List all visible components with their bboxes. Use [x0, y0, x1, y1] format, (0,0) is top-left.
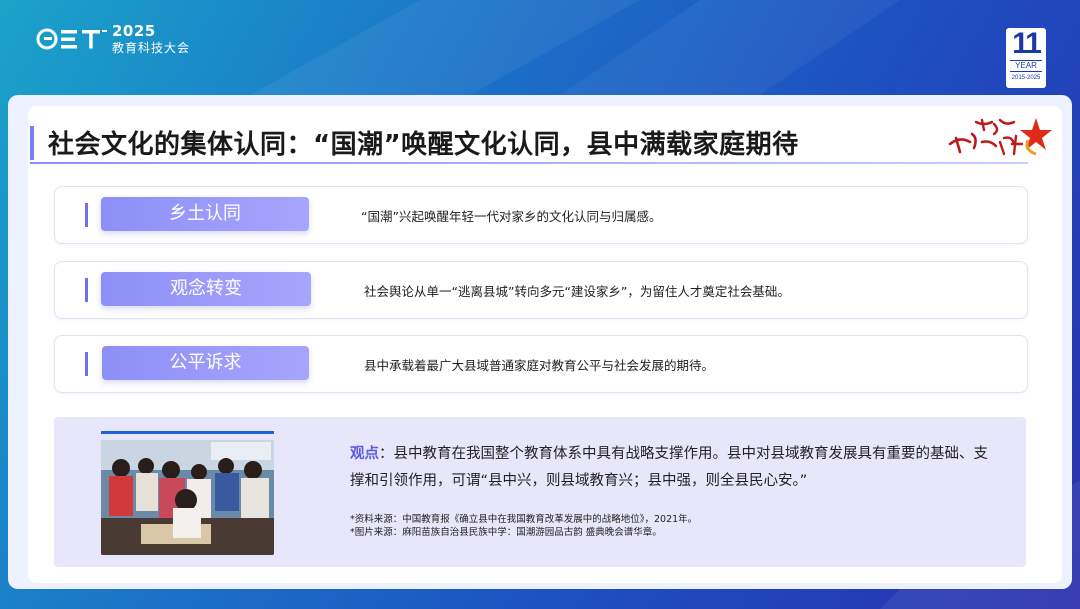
title-accent-bar: [30, 126, 34, 160]
event-year: 2025: [112, 22, 156, 40]
slogan-calligraphy-icon: [948, 118, 1052, 156]
viewpoint-box: 观点：县中教育在我国整个教育体系中具有战略支撑作用。县中对县域教育发展具有重要的…: [54, 417, 1026, 567]
anniversary-badge: 11 YEAR 2015-2025: [1006, 28, 1046, 88]
data-source-note: *资料来源：中国教育报《确立县中在我国教育改革发展中的战略地位》，2021年。: [350, 514, 698, 525]
event-name: 教育科技大会: [112, 41, 191, 55]
viewpoint-text: 观点：县中教育在我国整个教育体系中具有战略支撑作用。县中对县域教育发展具有重要的…: [350, 441, 1000, 495]
row-text: 社会舆论从单一“逃离县城”转向多元“建设家乡”，为留住人才奠定社会基础。: [364, 284, 790, 299]
row-marker: [85, 203, 88, 227]
badge-label: YEAR: [1010, 60, 1042, 72]
title-underline: [30, 162, 1028, 164]
row-text: 县中承载着最广大县域普通家庭对教育公平与社会发展的期待。: [364, 358, 715, 373]
badge-range: 2015-2025: [1011, 75, 1041, 81]
row-text: “国潮”兴起唤醒年轻一代对家乡的文化认同与归属感。: [361, 209, 662, 224]
row-marker: [85, 278, 88, 302]
slide-title: 社会文化的集体认同：“国潮”唤醒文化认同，县中满载家庭期待: [48, 130, 799, 160]
row-label: 公平诉求: [102, 346, 309, 380]
event-logo: 2025 教育科技大会: [36, 24, 190, 54]
row-rural-identity: 乡土认同 “国潮”兴起唤醒年轻一代对家乡的文化认同与归属感。: [54, 186, 1028, 244]
viewpoint-body: ：县中教育在我国整个教育体系中具有战略支撑作用。县中对县域教育发展具有重要的基础…: [350, 446, 988, 489]
viewpoint-key: 观点: [350, 446, 379, 462]
row-mindset-shift: 观念转变 社会舆论从单一“逃离县城”转向多元“建设家乡”，为留住人才奠定社会基础…: [54, 261, 1028, 319]
badge-number: 11: [1012, 27, 1042, 60]
image-source-note: *图片来源：麻阳苗族自治县民族中学：国潮游园品古韵 盛典晚会谱华章。: [350, 527, 662, 538]
get-logo-icon: [36, 26, 108, 52]
row-marker: [85, 352, 88, 376]
row-label: 乡土认同: [101, 197, 309, 231]
row-fairness-demand: 公平诉求 县中承载着最广大县域普通家庭对教育公平与社会发展的期待。: [54, 335, 1028, 393]
event-photo: [101, 440, 274, 555]
photo-accent-bar: [101, 431, 274, 434]
row-label: 观念转变: [101, 272, 311, 306]
